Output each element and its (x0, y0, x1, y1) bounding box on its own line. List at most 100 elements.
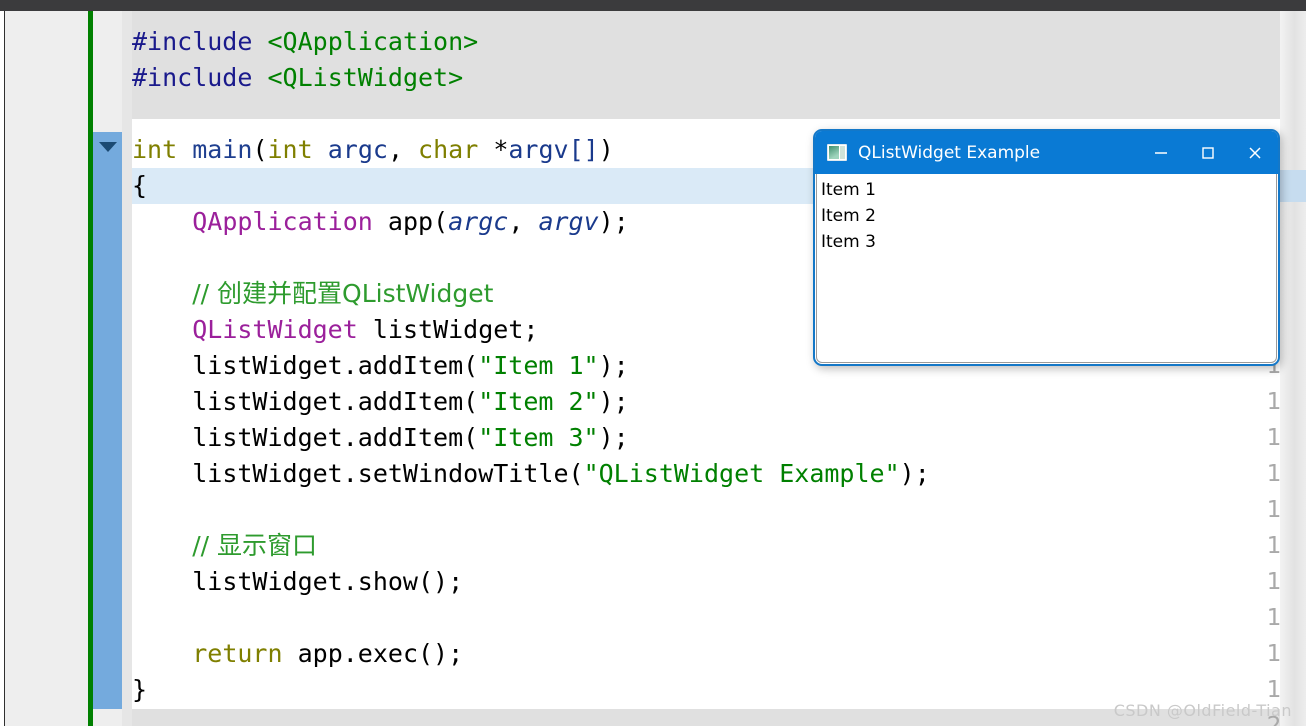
line-number-gutter (5, 11, 88, 726)
qt-app-icon (827, 144, 847, 161)
code-line[interactable]: listWidget.show(); (132, 564, 463, 600)
qlistwidget[interactable]: Item 1 Item 2 Item 3 (816, 174, 1277, 363)
token-punct: ); (598, 387, 629, 416)
token-punct: ); (598, 207, 629, 236)
code-line[interactable]: // 创建并配置QListWidget (132, 276, 493, 312)
maximize-icon (1200, 145, 1216, 161)
list-item[interactable]: Item 1 (821, 177, 1276, 203)
token-preprocessor: #include (132, 63, 253, 92)
code-line[interactable]: QListWidget listWidget; (132, 312, 538, 348)
token-header: <QApplication> (267, 27, 479, 56)
code-line[interactable]: listWidget.addItem("Item 3"); (132, 420, 629, 456)
code-line[interactable]: listWidget.setWindowTitle("QListWidget E… (132, 456, 930, 492)
code-line[interactable]: QApplication app(argc, argv); (132, 204, 629, 240)
token-punct: ); (598, 423, 629, 452)
token-punct: ); (899, 459, 930, 488)
window-title: QListWidget Example (858, 142, 1041, 163)
token-punct: , (508, 207, 539, 236)
token-identifier: app (387, 207, 434, 236)
token-call: listWidget.setWindowTitle( (192, 459, 584, 488)
code-editor[interactable]: 1 2 3 4 5 6 7 8 9 10 11 12 13 14 15 16 1… (0, 11, 1306, 726)
token-keyword: int (267, 135, 313, 164)
token-brace: } (132, 675, 148, 704)
code-line[interactable]: listWidget.addItem("Item 2"); (132, 384, 629, 420)
list-item[interactable]: Item 2 (821, 203, 1276, 229)
maximize-button[interactable] (1184, 131, 1231, 174)
minimize-icon (1153, 145, 1169, 161)
code-line[interactable]: } (132, 672, 147, 708)
fold-region-highlight[interactable] (93, 132, 122, 709)
qlistwidget-example-window[interactable]: QListWidget Example Item 1 Item 2 Item 3 (813, 129, 1280, 366)
list-item[interactable]: Item 3 (821, 229, 1276, 255)
token-parameter: argc (448, 207, 509, 236)
token-variable: argc (327, 135, 388, 164)
token-string: "Item 3" (478, 423, 599, 452)
token-comment: // 显示窗口 (192, 531, 318, 560)
token-string: "Item 2" (478, 387, 599, 416)
window-titlebar[interactable]: QListWidget Example (815, 131, 1278, 174)
token-brace: { (132, 171, 148, 200)
token-keyword: char (418, 135, 479, 164)
token-string: "Item 1" (478, 351, 599, 380)
token-keyword: int (132, 135, 178, 164)
token-punct: ( (433, 207, 449, 236)
code-line[interactable]: { (132, 168, 147, 204)
token-comment: // 创建并配置QListWidget (192, 279, 494, 308)
scrollbar-current-line-marker (1280, 170, 1306, 202)
code-line[interactable]: return app.exec(); (132, 636, 463, 672)
watermark: CSDN @OldField-Tian (1113, 701, 1292, 720)
token-call: app.exec(); (297, 639, 464, 668)
token-call: listWidget.show(); (192, 567, 464, 596)
code-line[interactable]: // 显示窗口 (132, 528, 317, 564)
token-punct: ); (598, 351, 629, 380)
token-preprocessor: #include (132, 27, 253, 56)
margin-separator (122, 11, 132, 726)
token-call: listWidget.addItem( (192, 387, 479, 416)
token-variable: argv[] (508, 135, 599, 164)
token-punct: ; (523, 315, 539, 344)
code-line[interactable]: #include <QListWidget> (132, 60, 463, 96)
token-keyword: return (192, 639, 283, 668)
token-punct: * (478, 135, 509, 164)
token-call: listWidget.addItem( (192, 423, 479, 452)
close-icon (1246, 144, 1264, 162)
code-line[interactable]: #include <QApplication> (132, 24, 478, 60)
token-call: listWidget.addItem( (192, 351, 479, 380)
close-button[interactable] (1231, 131, 1278, 174)
token-punct: ( (252, 135, 268, 164)
chevron-down-icon[interactable] (99, 142, 117, 152)
token-parameter: argv (538, 207, 599, 236)
token-type: QApplication (192, 207, 373, 236)
minimize-button[interactable] (1137, 131, 1184, 174)
token-string: "QListWidget Example" (583, 459, 900, 488)
token-type: QListWidget (192, 315, 358, 344)
screen: 1 2 3 4 5 6 7 8 9 10 11 12 13 14 15 16 1… (0, 0, 1306, 726)
vertical-scrollbar[interactable] (1280, 11, 1306, 726)
token-header: <QListWidget> (267, 63, 464, 92)
editor-left-rule (4, 11, 5, 726)
application-top-bar (0, 0, 1306, 11)
token-identifier: listWidget (372, 315, 524, 344)
token-punct: , (387, 135, 419, 164)
code-line[interactable]: int main(int argc, char *argv[]) (132, 132, 614, 168)
token-function: main (192, 135, 253, 164)
code-line[interactable]: listWidget.addItem("Item 1"); (132, 348, 629, 384)
token-punct: ) (598, 135, 614, 164)
